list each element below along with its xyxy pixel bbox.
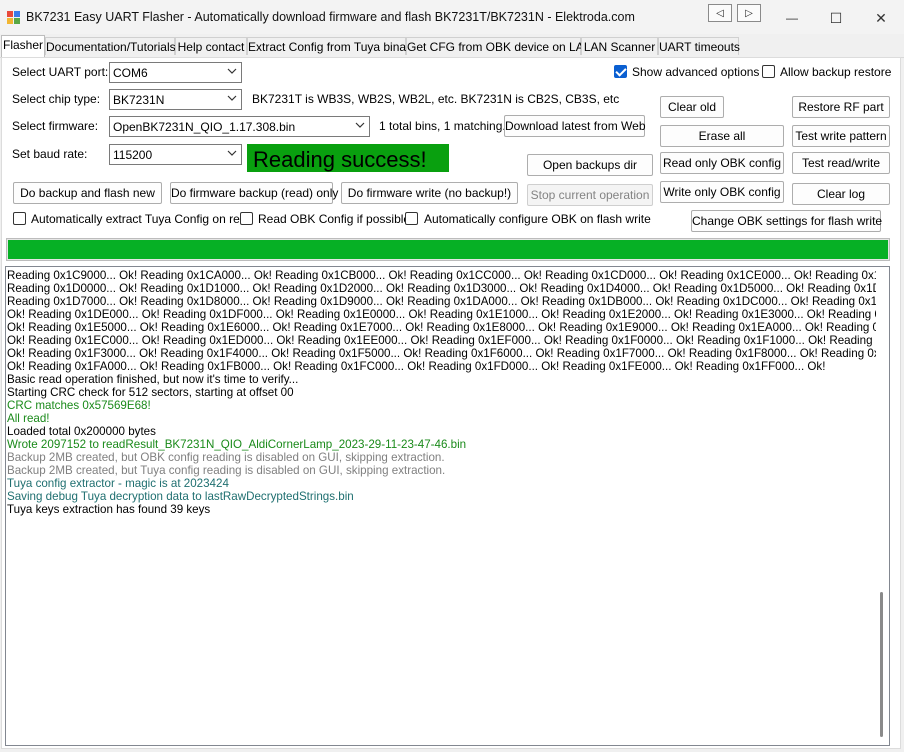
clear-old-button[interactable]: Clear old	[660, 96, 724, 118]
chip-type-value: BK7231N	[113, 93, 165, 107]
auto-configure-label[interactable]: Automatically configure OBK on flash wri…	[424, 212, 651, 226]
chip-hint: BK7231T is WB3S, WB2S, WB2L, etc. BK7231…	[252, 92, 620, 106]
minimize-icon: —	[786, 11, 798, 25]
log-line: Backup 2MB created, but Tuya config read…	[7, 464, 446, 477]
baud-rate-label: Set baud rate:	[12, 147, 88, 161]
log-scrollbar[interactable]	[876, 268, 888, 744]
tab-help-contact[interactable]: Help contact	[175, 37, 247, 55]
log-line: Reading 0x1D0000... Ok! Reading 0x1D1000…	[7, 282, 879, 295]
log-line: Ok! Reading 0x1EC000... Ok! Reading 0x1E…	[7, 334, 879, 347]
download-latest-button[interactable]: Download latest from Web	[504, 115, 646, 137]
log-line: Backup 2MB created, but OBK config readi…	[7, 451, 445, 464]
chevron-down-icon	[355, 122, 365, 128]
read-obk-config-checkbox[interactable]	[240, 212, 253, 225]
uart-port-label: Select UART port:	[12, 65, 109, 79]
read-only-obk-config-button[interactable]: Read only OBK config	[660, 152, 784, 174]
firmware-write-button[interactable]: Do firmware write (no backup!)	[341, 182, 518, 204]
bins-info: 1 total bins, 1 matching.	[379, 119, 506, 133]
chip-type-label: Select chip type:	[12, 92, 101, 106]
baud-rate-select[interactable]: 115200	[109, 144, 242, 165]
firmware-value: OpenBK7231N_QIO_1.17.308.bin	[113, 120, 296, 134]
auto-extract-label[interactable]: Automatically extract Tuya Config on rea…	[31, 212, 253, 226]
log-line: Reading 0x1D7000... Ok! Reading 0x1D8000…	[7, 295, 879, 308]
maximize-icon: ☐	[829, 9, 843, 26]
clear-log-button[interactable]: Clear log	[792, 183, 890, 205]
minimize-button[interactable]: —	[782, 8, 802, 28]
progress-bar	[6, 238, 890, 261]
test-read-write-button[interactable]: Test read/write	[792, 152, 890, 174]
log-line: Ok! Reading 0x1F3000... Ok! Reading 0x1F…	[7, 347, 879, 360]
allow-backup-restore-label[interactable]: Allow backup restore	[780, 65, 891, 79]
log-line: All read!	[7, 412, 50, 425]
right-triangle-icon: ▷	[745, 7, 753, 19]
chevron-down-icon	[227, 68, 237, 74]
firmware-select[interactable]: OpenBK7231N_QIO_1.17.308.bin	[109, 116, 370, 137]
log-line: Reading 0x1C9000... Ok! Reading 0x1CA000…	[7, 269, 879, 282]
maximize-button[interactable]: ☐	[826, 8, 846, 28]
close-button[interactable]: ✕	[871, 8, 891, 28]
test-write-pattern-button[interactable]: Test write pattern	[792, 125, 890, 147]
tab-lan-scanner[interactable]: LAN Scanner	[581, 37, 658, 55]
log-line: Starting CRC check for 512 sectors, star…	[7, 386, 294, 399]
change-obk-settings-button[interactable]: Change OBK settings for flash write	[691, 210, 882, 232]
log-line: Saving debug Tuya decryption data to las…	[7, 490, 354, 503]
tab-get-cfg-lan[interactable]: Get CFG from OBK device on LAN	[406, 37, 592, 55]
close-icon: ✕	[875, 9, 887, 26]
tab-strip: Flasher Documentation/Tutorials Help con…	[0, 35, 904, 58]
tab-documentation[interactable]: Documentation/Tutorials	[45, 37, 176, 55]
log-line: Ok! Reading 0x1FA000... Ok! Reading 0x1F…	[7, 360, 826, 373]
window-title: BK7231 Easy UART Flasher - Automatically…	[26, 10, 635, 24]
app-icon	[7, 11, 20, 24]
log-line: Tuya config extractor - magic is at 2023…	[7, 477, 229, 490]
nav-back-button[interactable]: ◁	[708, 4, 732, 22]
firmware-backup-button[interactable]: Do firmware backup (read) only	[170, 182, 338, 204]
log-line: Loaded total 0x200000 bytes	[7, 425, 156, 438]
chevron-down-icon	[227, 150, 237, 156]
chevron-down-icon	[227, 95, 237, 101]
erase-all-button[interactable]: Erase all	[660, 125, 784, 147]
log-line: Ok! Reading 0x1E5000... Ok! Reading 0x1E…	[7, 321, 879, 334]
log-lines: Reading 0x1C9000... Ok! Reading 0x1CA000…	[7, 269, 879, 516]
show-advanced-label[interactable]: Show advanced options	[632, 65, 759, 79]
uart-port-value: COM6	[113, 66, 148, 80]
log-line: CRC matches 0x57569E68!	[7, 399, 151, 412]
read-obk-config-label[interactable]: Read OBK Config if possible	[258, 212, 410, 226]
show-advanced-checkbox[interactable]	[614, 65, 627, 78]
chip-type-select[interactable]: BK7231N	[109, 89, 242, 110]
tab-extract-config[interactable]: Extract Config from Tuya binary	[247, 37, 416, 55]
firmware-label: Select firmware:	[12, 119, 99, 133]
baud-rate-value: 115200	[113, 148, 153, 162]
restore-rf-button[interactable]: Restore RF part	[792, 96, 890, 118]
scrollbar-thumb[interactable]	[880, 591, 883, 737]
backup-and-flash-button[interactable]: Do backup and flash new	[13, 182, 162, 204]
uart-port-select[interactable]: COM6	[109, 62, 242, 83]
log-line: Basic read operation finished, but now i…	[7, 373, 299, 386]
log-line: Wrote 2097152 to readResult_BK7231N_QIO_…	[7, 438, 467, 451]
allow-backup-restore-checkbox[interactable]	[762, 65, 775, 78]
progress-fill	[8, 240, 888, 259]
tab-flasher[interactable]: Flasher	[1, 35, 45, 57]
auto-configure-checkbox[interactable]	[405, 212, 418, 225]
log-output[interactable]: Reading 0x1C9000... Ok! Reading 0x1CA000…	[5, 266, 890, 746]
tab-uart-timeouts[interactable]: UART timeouts	[658, 37, 740, 55]
open-backups-dir-button[interactable]: Open backups dir	[527, 154, 653, 176]
status-banner: Reading success!	[247, 144, 449, 172]
stop-operation-button[interactable]: Stop current operation	[527, 184, 653, 206]
nav-forward-button[interactable]: ▷	[737, 4, 761, 22]
log-line: Tuya keys extraction has found 39 keys	[7, 503, 211, 516]
title-bar: BK7231 Easy UART Flasher - Automatically…	[0, 0, 904, 34]
log-line: Ok! Reading 0x1DE000... Ok! Reading 0x1D…	[7, 308, 879, 321]
auto-extract-checkbox[interactable]	[13, 212, 26, 225]
left-triangle-icon: ◁	[716, 7, 724, 19]
write-only-obk-config-button[interactable]: Write only OBK config	[660, 181, 784, 203]
